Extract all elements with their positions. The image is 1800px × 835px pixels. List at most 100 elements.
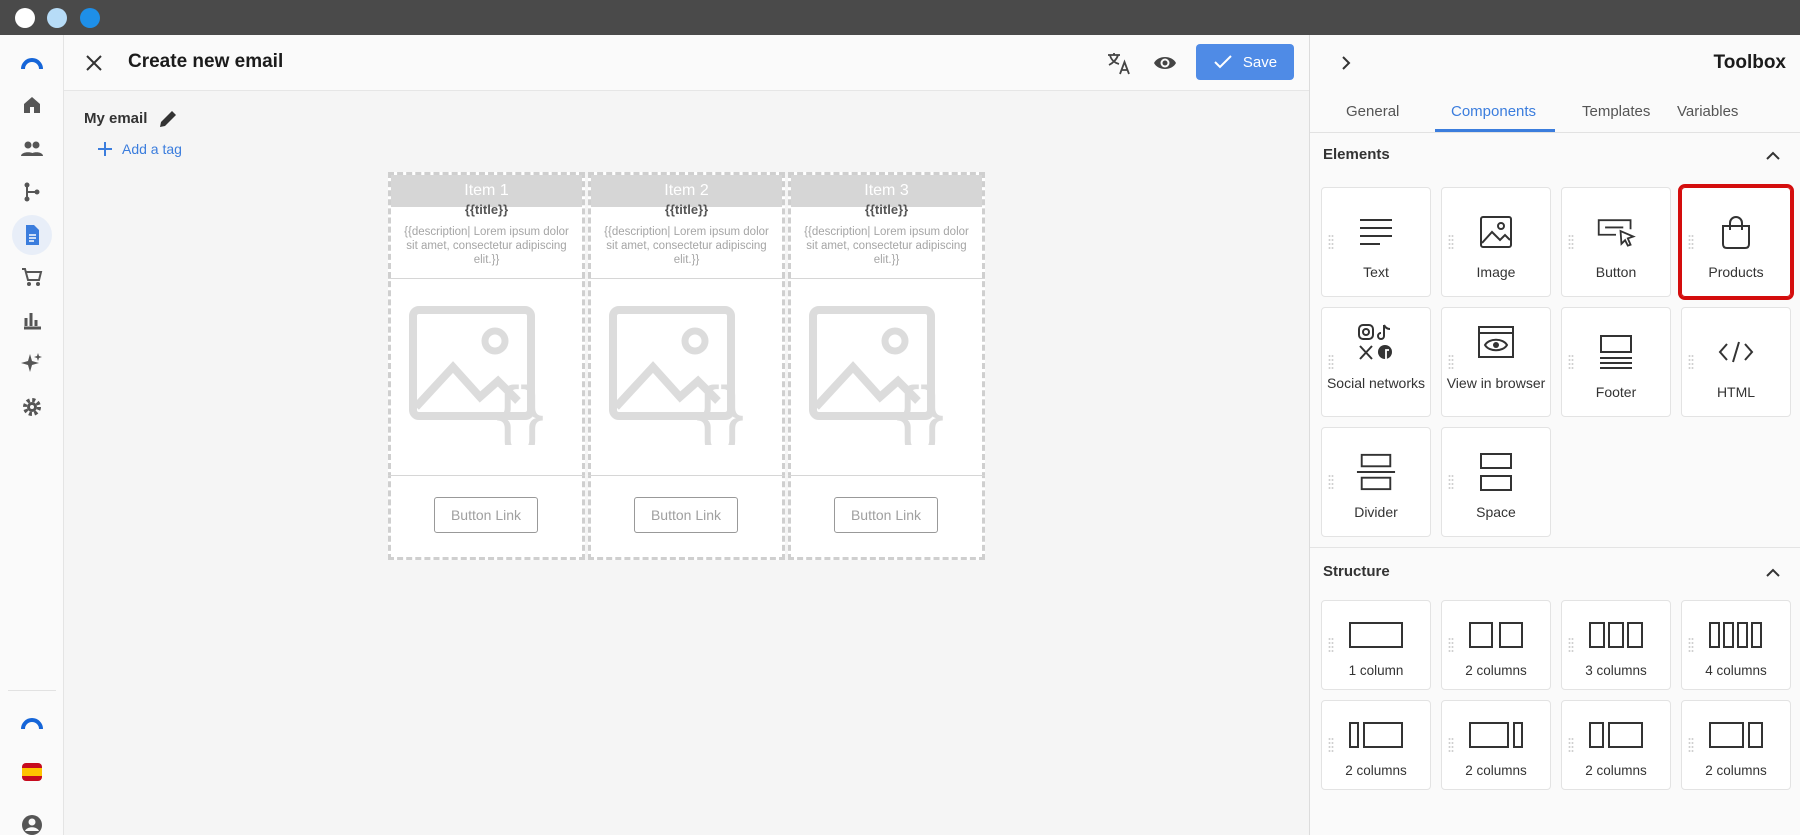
window-maximize-dot[interactable]: [80, 8, 100, 28]
element-html[interactable]: HTML: [1681, 307, 1791, 417]
product-image[interactable]: {}: [788, 278, 985, 476]
shopping-bag-icon: [1722, 216, 1750, 249]
element-button[interactable]: Button: [1561, 187, 1671, 297]
nav-reports[interactable]: [12, 300, 52, 340]
nav-home[interactable]: [12, 85, 52, 125]
chevron-right-icon: [1342, 56, 1351, 70]
nav-contacts[interactable]: [12, 129, 52, 169]
check-icon: [1214, 55, 1232, 69]
element-label: Footer: [1595, 384, 1637, 400]
element-label: Space: [1476, 504, 1516, 520]
drag-handle-icon[interactable]: [1328, 737, 1334, 753]
chevron-up-icon[interactable]: [1764, 147, 1782, 165]
element-social-networks[interactable]: Social networks: [1321, 307, 1431, 417]
drag-handle-icon[interactable]: [1688, 737, 1694, 753]
drag-handle-icon[interactable]: [1688, 354, 1694, 370]
two-columns-icon: [1469, 622, 1523, 648]
code-icon: [1718, 341, 1754, 363]
email-name: My email: [84, 110, 148, 127]
tab-components[interactable]: Components: [1451, 103, 1536, 120]
product-card[interactable]: Item 1 {{title}} {{description| Lorem ip…: [388, 172, 585, 560]
drag-handle-icon[interactable]: [1448, 234, 1454, 250]
drag-handle-icon[interactable]: [1688, 234, 1694, 250]
structure-label: 2 columns: [1465, 663, 1527, 678]
tab-variables[interactable]: Variables: [1677, 103, 1738, 120]
preview-button[interactable]: [1152, 50, 1178, 76]
structure-3-columns[interactable]: 3 columns: [1561, 600, 1671, 690]
product-button[interactable]: Button Link: [434, 497, 538, 533]
edit-name-button[interactable]: [157, 108, 179, 130]
element-label: Text: [1363, 264, 1389, 280]
nav-brand-secondary[interactable]: [12, 703, 52, 743]
image-placeholder-icon: {}: [809, 306, 944, 445]
nav-language[interactable]: [12, 752, 52, 792]
product-card[interactable]: Item 2 {{title}} {{description| Lorem ip…: [588, 172, 785, 560]
nav-emails[interactable]: [12, 215, 52, 255]
products-block[interactable]: Item 1 {{title}} {{description| Lorem ip…: [388, 172, 986, 560]
product-image[interactable]: {}: [388, 278, 585, 476]
nav-account[interactable]: [12, 805, 52, 835]
structure-2-columns-narrow-right[interactable]: 2 columns: [1441, 700, 1551, 790]
element-label: Divider: [1354, 504, 1398, 520]
structure-2-columns-third-right[interactable]: 2 columns: [1681, 700, 1791, 790]
structure-1-column[interactable]: 1 column: [1321, 600, 1431, 690]
product-card[interactable]: Item 3 {{title}} {{description| Lorem ip…: [788, 172, 985, 560]
structure-2-columns-third-left[interactable]: 2 columns: [1561, 700, 1671, 790]
product-button[interactable]: Button Link: [834, 497, 938, 533]
structure-4-columns[interactable]: 4 columns: [1681, 600, 1791, 690]
element-products[interactable]: Products: [1678, 184, 1794, 300]
two-columns-narrow-right-icon: [1469, 722, 1523, 748]
drag-handle-icon[interactable]: [1328, 474, 1334, 490]
product-button[interactable]: Button Link: [634, 497, 738, 533]
product-title: {{title}}: [664, 202, 709, 217]
drag-handle-icon[interactable]: [1448, 737, 1454, 753]
drag-handle-icon[interactable]: [1568, 637, 1574, 653]
drag-handle-icon[interactable]: [1448, 354, 1454, 370]
nav-settings[interactable]: [12, 387, 52, 427]
image-icon: [1480, 216, 1512, 248]
drag-handle-icon[interactable]: [1328, 354, 1334, 370]
social-networks-icon: [1358, 324, 1392, 360]
nav-automation[interactable]: [12, 172, 52, 212]
element-image[interactable]: Image: [1441, 187, 1551, 297]
add-tag-label: Add a tag: [122, 141, 182, 157]
nav-ecommerce[interactable]: [12, 257, 52, 297]
sparkles-icon: [21, 353, 42, 372]
four-columns-icon: [1709, 622, 1762, 648]
product-title: {{title}}: [464, 202, 509, 217]
element-label: View in browser: [1446, 375, 1546, 391]
collapse-toolbox-button[interactable]: [1334, 51, 1358, 75]
product-image[interactable]: {}: [588, 278, 785, 476]
text-icon: [1360, 219, 1392, 245]
structure-label: 3 columns: [1585, 663, 1647, 678]
space-icon: [1480, 453, 1512, 491]
drag-handle-icon[interactable]: [1688, 637, 1694, 653]
nav-ai[interactable]: [12, 343, 52, 383]
drag-handle-icon[interactable]: [1568, 737, 1574, 753]
tab-general[interactable]: General: [1346, 103, 1399, 120]
structure-2-columns[interactable]: 2 columns: [1441, 600, 1551, 690]
drag-handle-icon[interactable]: [1328, 234, 1334, 250]
structure-label: 1 column: [1348, 663, 1404, 678]
element-footer[interactable]: Footer: [1561, 307, 1671, 417]
tab-templates[interactable]: Templates: [1582, 103, 1650, 120]
drag-handle-icon[interactable]: [1568, 234, 1574, 250]
drag-handle-icon[interactable]: [1448, 474, 1454, 490]
element-view-in-browser[interactable]: View in browser: [1441, 307, 1551, 417]
element-space[interactable]: Space: [1441, 427, 1551, 537]
save-button[interactable]: Save: [1196, 44, 1294, 80]
drag-handle-icon[interactable]: [1568, 354, 1574, 370]
app-logo[interactable]: [12, 43, 52, 83]
close-button[interactable]: [82, 51, 106, 75]
window-close-dot[interactable]: [15, 8, 35, 28]
window-minimize-dot[interactable]: [47, 8, 67, 28]
translate-button[interactable]: [1106, 50, 1132, 76]
drag-handle-icon[interactable]: [1328, 637, 1334, 653]
structure-2-columns-narrow-left[interactable]: 2 columns: [1321, 700, 1431, 790]
element-label: Button: [1595, 264, 1637, 280]
add-tag-link[interactable]: Add a tag: [98, 141, 182, 157]
drag-handle-icon[interactable]: [1448, 637, 1454, 653]
chevron-up-icon[interactable]: [1764, 564, 1782, 582]
element-divider[interactable]: Divider: [1321, 427, 1431, 537]
element-text[interactable]: Text: [1321, 187, 1431, 297]
